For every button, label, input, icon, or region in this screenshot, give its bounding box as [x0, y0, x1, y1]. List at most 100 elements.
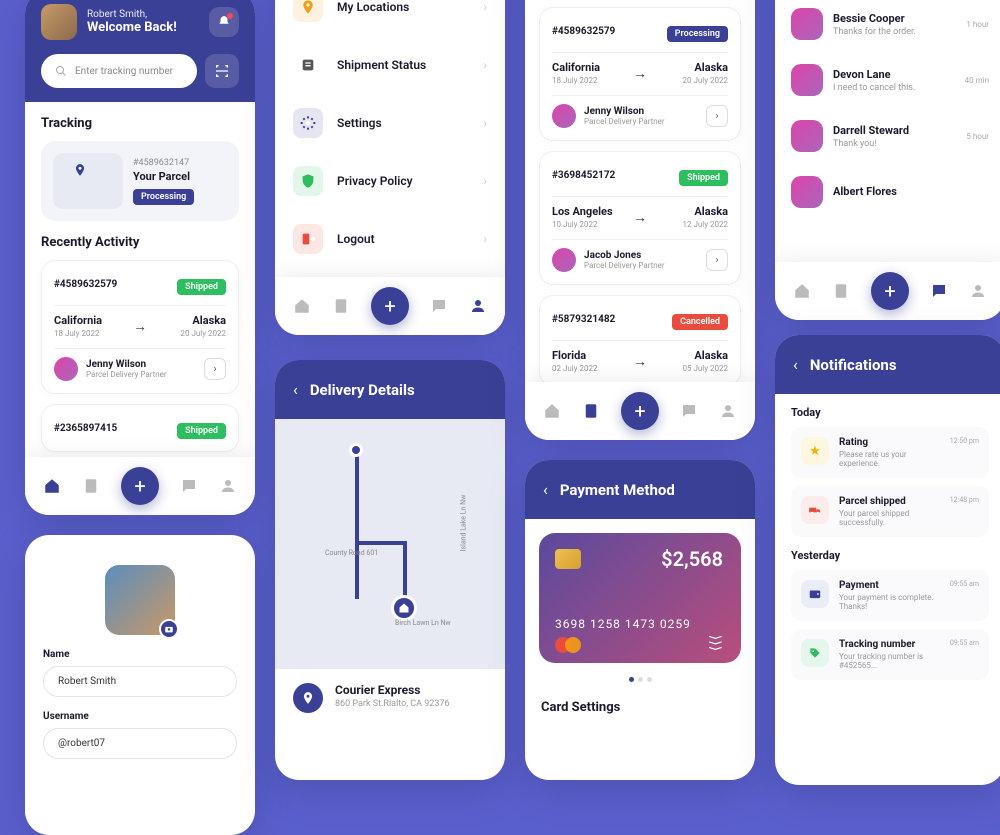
shipment-item[interactable]: #5879321482Cancelled Florida02 July 2022… — [539, 295, 741, 386]
courier-address: 860 Park St.Rialto, CA 92376 — [335, 699, 450, 709]
message-item[interactable]: Devon LaneI need to cancel this. 40 min — [775, 52, 1000, 108]
pin-icon — [293, 0, 323, 22]
back-icon[interactable]: ‹ — [793, 355, 798, 374]
list-icon — [293, 50, 323, 80]
username-input[interactable] — [43, 728, 237, 759]
greeting-name: Robert Smith, — [87, 9, 177, 20]
activity-status-badge: Shipped — [177, 423, 226, 439]
menu-item[interactable]: Shipment Status › — [275, 36, 505, 94]
shipment-item[interactable]: #3698452172Shipped Los Angeles10 July 20… — [539, 151, 741, 285]
home-icon[interactable] — [293, 297, 311, 315]
notification-time: 12:50 pm — [950, 437, 979, 468]
card-number: 3698 1258 1473 0259 — [555, 617, 691, 631]
menu-item[interactable]: Privacy Policy › — [275, 152, 505, 210]
message-item[interactable]: Albert Flores — [775, 164, 1000, 220]
name-label: Name — [43, 649, 237, 660]
document-icon[interactable] — [832, 282, 850, 300]
from-date: 02 July 2022 — [552, 364, 627, 373]
to-city: Alaska — [653, 349, 728, 362]
add-button[interactable]: + — [371, 287, 409, 325]
home-icon[interactable] — [43, 477, 61, 495]
search-icon — [55, 65, 67, 77]
from-date: 18 July 2022 — [54, 329, 127, 338]
menu-item[interactable]: Logout › — [275, 210, 505, 268]
back-icon[interactable]: ‹ — [293, 380, 298, 399]
bottom-nav: + — [25, 457, 255, 515]
chat-icon[interactable] — [430, 297, 448, 315]
credit-card[interactable]: $2,568 3698 1258 1473 0259 ⟩⟩⟩ — [539, 533, 741, 663]
arrow-icon: → — [633, 353, 647, 370]
activity-id: #4589632579 — [54, 279, 117, 290]
profile-avatar[interactable] — [105, 565, 175, 635]
profile-icon[interactable] — [469, 297, 487, 315]
to-date: 05 July 2022 — [653, 364, 728, 373]
activity-id: #2365897415 — [54, 423, 117, 434]
document-icon[interactable] — [332, 297, 350, 315]
partner-name: Jacob Jones — [584, 250, 665, 261]
tracking-card[interactable]: #4589632147 Your Parcel Processing — [41, 141, 239, 221]
add-button[interactable]: + — [121, 467, 159, 505]
expand-button[interactable]: › — [706, 249, 728, 271]
chevron-right-icon: › — [483, 0, 487, 14]
profile-icon[interactable] — [719, 402, 737, 420]
home-icon[interactable] — [793, 282, 811, 300]
message-preview: I need to cancel this. — [833, 83, 915, 93]
bottom-nav: + — [525, 382, 755, 440]
chevron-right-icon: › — [483, 58, 487, 72]
pagination-dots[interactable] — [525, 677, 755, 682]
add-button[interactable]: + — [621, 392, 659, 430]
message-time: 1 hour — [966, 20, 989, 29]
username-label: Username — [43, 711, 237, 722]
menu-label: Logout — [337, 232, 469, 246]
chat-icon[interactable] — [930, 282, 948, 300]
activity-item[interactable]: #2365897415 Shipped — [41, 404, 239, 452]
user-avatar[interactable] — [41, 4, 77, 40]
sender-avatar — [791, 176, 823, 208]
menu-label: Shipment Status — [337, 58, 469, 72]
chat-icon[interactable] — [680, 402, 698, 420]
notification-item[interactable]: ★ RatingPlease rate us your experience. … — [791, 427, 989, 478]
activity-item[interactable]: #4589632579 Shipped California 18 July 2… — [41, 260, 239, 394]
document-icon[interactable] — [582, 402, 600, 420]
chat-icon[interactable] — [180, 477, 198, 495]
route-map[interactable]: County Road 601 Birch Lawn Ln Nw Island … — [275, 419, 505, 669]
courier-name: Courier Express — [335, 683, 450, 697]
menu-item[interactable]: Settings › — [275, 94, 505, 152]
notification-time: 09:55 am — [950, 580, 979, 611]
message-item[interactable]: Bessie CooperThanks for the order. 1 hou… — [775, 0, 1000, 52]
notification-icon — [801, 496, 829, 524]
shipment-item[interactable]: #4589632579Processing California18 July … — [539, 7, 741, 141]
menu-label: My Locations — [337, 0, 469, 14]
sender-avatar — [791, 8, 823, 40]
document-icon[interactable] — [82, 477, 100, 495]
notification-item[interactable]: Tracking numberYour tracking number is #… — [791, 629, 989, 680]
mastercard-icon — [555, 637, 581, 653]
notification-text: Your payment is complete. Thanks! — [839, 593, 940, 611]
notification-title: Payment — [839, 580, 940, 591]
notification-bell-icon[interactable] — [209, 7, 239, 37]
partner-role: Parcel Delivery Partner — [584, 261, 665, 270]
to-city: Alaska — [653, 61, 728, 74]
expand-button[interactable]: › — [204, 358, 226, 380]
card-chip-icon — [555, 549, 581, 569]
home-icon[interactable] — [543, 402, 561, 420]
notification-item[interactable]: Parcel shippedYour parcel shipped succes… — [791, 486, 989, 537]
scan-button[interactable] — [205, 54, 239, 88]
back-icon[interactable]: ‹ — [543, 480, 548, 499]
status-badge: Cancelled — [672, 314, 728, 330]
profile-icon[interactable] — [969, 282, 987, 300]
profile-icon[interactable] — [219, 477, 237, 495]
notifications-header: ‹ Notifications — [775, 335, 1000, 394]
add-button[interactable]: + — [871, 272, 909, 310]
camera-icon[interactable] — [159, 619, 179, 639]
expand-button[interactable]: › — [706, 105, 728, 127]
menu-item[interactable]: My Locations › — [275, 0, 505, 36]
filter-tabs: AllShippedProcessingCance — [525, 0, 755, 7]
search-input[interactable]: Enter tracking number — [41, 54, 197, 88]
message-item[interactable]: Darrell StewardThank you! 5 hour — [775, 108, 1000, 164]
message-preview: Thanks for the order. — [833, 27, 916, 37]
partner-name: Jenny Wilson — [584, 106, 665, 117]
name-input[interactable] — [43, 666, 237, 697]
menu-label: Privacy Policy — [337, 174, 469, 188]
notification-item[interactable]: Payment Your payment is complete. Thanks!… — [791, 570, 989, 621]
